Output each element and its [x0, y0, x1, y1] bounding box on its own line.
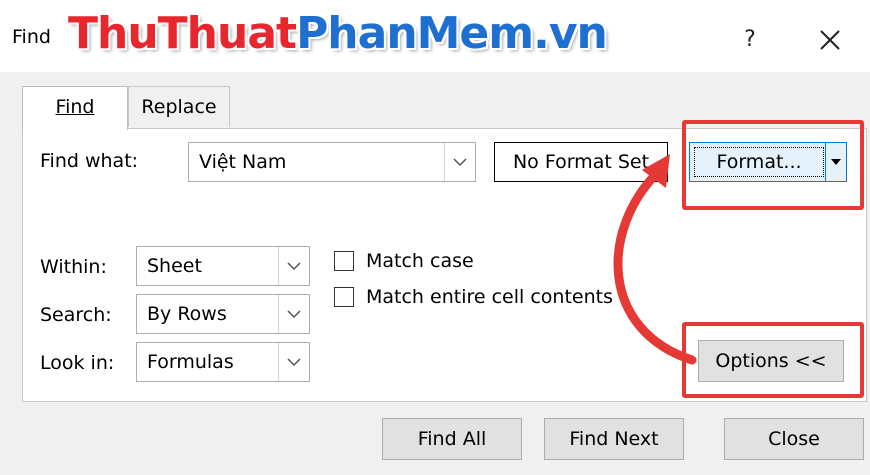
match-case-checkbox[interactable] [334, 251, 354, 271]
chevron-down-icon [453, 158, 467, 167]
look-in-dropdown[interactable] [278, 343, 309, 381]
match-case-label: Match case [366, 250, 474, 272]
search-label: Search: [40, 304, 112, 326]
watermark-logo: ThuThuatPhanMem.vn [68, 8, 608, 59]
window-title: Find [12, 26, 51, 48]
within-value: Sheet [147, 255, 202, 277]
help-button[interactable]: ? [730, 22, 770, 58]
watermark-part1: ThuThuat [68, 8, 297, 59]
search-value: By Rows [147, 303, 227, 325]
find-what-label: Find what: [40, 150, 139, 172]
chevron-down-icon [287, 310, 301, 319]
find-next-button[interactable]: Find Next [544, 418, 684, 460]
tab-find-label: Find [55, 96, 95, 118]
highlight-format-button [682, 120, 864, 210]
look-in-select[interactable]: Formulas [136, 342, 310, 382]
find-what-value: Việt Nam [199, 151, 287, 173]
look-in-value: Formulas [147, 351, 234, 373]
close-button[interactable]: Close [724, 418, 864, 460]
find-replace-dialog: Find ThuThuatPhanMem.vn ? Find Replace F… [0, 0, 870, 475]
tab-replace[interactable]: Replace [128, 86, 230, 127]
search-select[interactable]: By Rows [136, 294, 310, 334]
watermark-part2: PhanMem.vn [296, 8, 608, 59]
match-entire-checkbox[interactable] [334, 287, 354, 307]
format-preview: No Format Set [494, 142, 668, 182]
chevron-down-icon [287, 262, 301, 271]
highlight-options-button [682, 322, 864, 398]
within-select[interactable]: Sheet [136, 246, 310, 286]
match-entire-label: Match entire cell contents [366, 286, 613, 308]
within-dropdown[interactable] [278, 247, 309, 285]
within-label: Within: [40, 256, 107, 278]
close-window-button[interactable] [808, 20, 852, 60]
tab-find[interactable]: Find [22, 86, 128, 130]
title-bar: Find ThuThuatPhanMem.vn ? [0, 0, 870, 72]
chevron-down-icon [287, 358, 301, 367]
find-what-dropdown[interactable] [444, 143, 475, 181]
find-what-combo[interactable]: Việt Nam [188, 142, 476, 182]
look-in-label: Look in: [40, 352, 115, 374]
tab-replace-label: Replace [141, 96, 217, 118]
find-all-button[interactable]: Find All [382, 418, 522, 460]
close-icon [820, 30, 840, 50]
search-dropdown[interactable] [278, 295, 309, 333]
